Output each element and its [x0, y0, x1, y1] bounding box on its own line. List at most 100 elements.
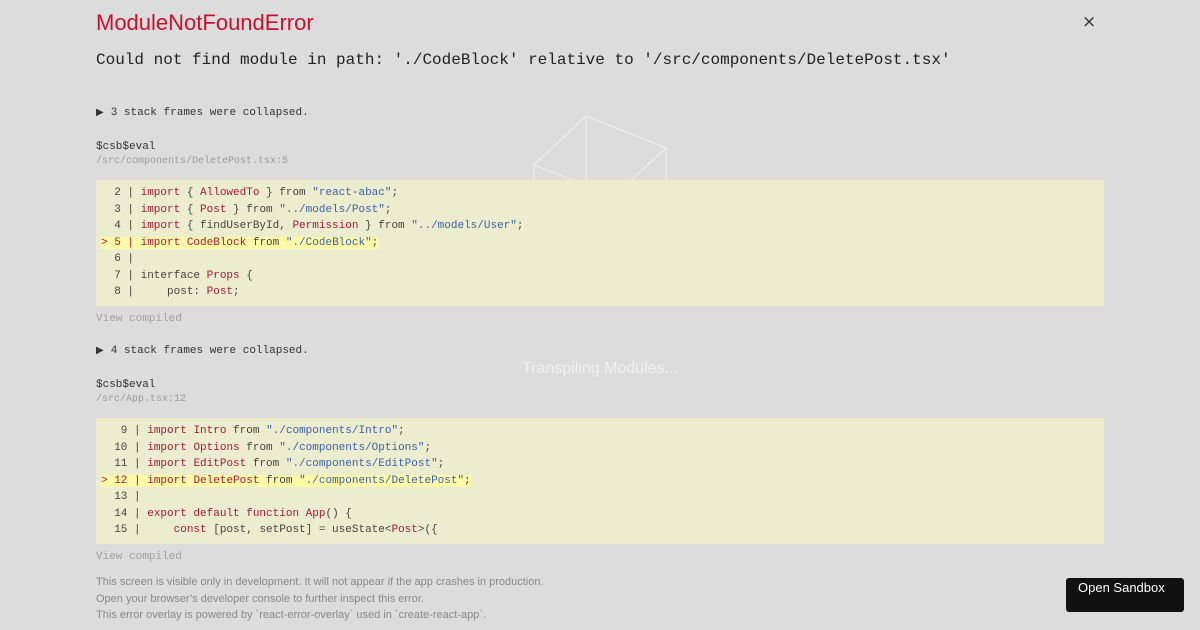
code-token: {: [239, 269, 253, 282]
code-snippet: 2 | import { AllowedTo } from "react-aba…: [96, 180, 1104, 306]
line-number: 9 |: [101, 425, 148, 437]
code-token: "./CodeBlock": [285, 236, 372, 249]
code-token: "./components/Options": [279, 441, 425, 454]
code-token: from: [239, 441, 280, 454]
code-token: ;: [391, 187, 399, 199]
line-number: 7 |: [101, 269, 141, 282]
code-token: Props: [206, 269, 240, 282]
code-token: interface: [140, 269, 207, 282]
code-token: {: [180, 187, 201, 199]
code-token: from: [226, 425, 267, 437]
code-token: import: [140, 187, 181, 199]
triangle-right-icon: ▶: [96, 107, 104, 118]
code-line: 7 | interface Props {: [96, 268, 1104, 285]
code-token: import: [147, 441, 187, 454]
code-token: EditPost: [193, 458, 247, 470]
stack-frame-function: $csb$eval: [96, 141, 156, 153]
code-token: Intro: [193, 425, 227, 437]
error-message: Could not find module in path: './CodeBl…: [96, 51, 951, 69]
code-token: CodeBlock: [186, 236, 247, 249]
loading-text: Transpiling Modules...: [522, 360, 678, 377]
code-token: App: [305, 507, 326, 520]
code-token: {: [180, 203, 201, 216]
code-token: [post, setPost] = useState<: [206, 524, 392, 536]
line-number: 14 |: [101, 507, 148, 520]
code-token: import: [140, 220, 181, 232]
code-line-highlighted: > 5 | import CodeBlock from "./CodeBlock…: [96, 235, 1104, 252]
code-token: import: [147, 474, 187, 487]
code-line: 8 | post: Post;: [96, 284, 1104, 301]
code-token: AllowedTo: [200, 187, 260, 199]
stack-frame-location[interactable]: /src/App.tsx:12: [96, 394, 186, 405]
code-token: } from: [226, 203, 280, 216]
code-line: 2 | import { AllowedTo } from "react-aba…: [96, 185, 1104, 202]
line-number: 2 |: [101, 187, 141, 199]
code-token: DeletePost: [193, 474, 260, 487]
code-token: "./components/EditPost": [285, 458, 438, 470]
code-token: post:: [140, 286, 207, 298]
code-line: 9 | import Intro from "./components/Intr…: [96, 423, 1104, 440]
code-token: "../models/Post": [279, 203, 385, 216]
code-line: 3 | import { Post } from "../models/Post…: [96, 202, 1104, 219]
line-number: 4 |: [101, 220, 141, 232]
view-compiled-link[interactable]: View compiled: [96, 313, 182, 325]
code-token: >({: [417, 524, 438, 536]
code-token: const: [173, 524, 207, 536]
line-number: > 12 |: [101, 474, 148, 487]
open-sandbox-button[interactable]: Open Sandbox: [1066, 578, 1184, 612]
triangle-right-icon: ▶: [96, 345, 104, 356]
footer-line: This error overlay is powered by `react-…: [96, 609, 487, 621]
code-token: import: [147, 425, 187, 437]
code-line: 10 | import Options from "./components/O…: [96, 440, 1104, 457]
code-token: from: [246, 236, 286, 249]
line-number: 13 |: [101, 491, 148, 503]
code-line: 4 | import { findUserById, Permission } …: [96, 218, 1104, 235]
code-snippet: 9 | import Intro from "./components/Intr…: [96, 418, 1104, 544]
line-number: 8 |: [101, 286, 141, 298]
collapsed-frames-label: 3 stack frames were collapsed.: [110, 107, 309, 119]
code-token: Options: [193, 441, 240, 454]
overlay-footer: This screen is visible only in developme…: [96, 574, 544, 624]
code-token: ;: [233, 286, 240, 298]
view-compiled-link[interactable]: View compiled: [96, 551, 182, 563]
code-line: 14 | export default function App() {: [96, 506, 1104, 523]
code-token: from: [259, 474, 300, 487]
code-token: import: [140, 203, 181, 216]
code-line-highlighted: > 12 | import DeletePost from "./compone…: [96, 473, 1104, 490]
code-token: Post: [200, 203, 227, 216]
code-token: ;: [371, 236, 379, 249]
footer-line: This screen is visible only in developme…: [96, 576, 544, 588]
code-line: 15 | const [post, setPost] = useState<Po…: [96, 522, 1104, 539]
code-token: "../models/User": [411, 220, 517, 232]
code-token: import: [140, 236, 181, 249]
footer-line: Open your browser’s developer console to…: [96, 592, 424, 605]
collapsed-frames-toggle[interactable]: ▶ 4 stack frames were collapsed.: [96, 345, 309, 357]
line-number: 6 |: [101, 253, 141, 265]
stack-frame-location[interactable]: /src/components/DeletePost.tsx:5: [96, 156, 288, 167]
code-line: 13 |: [96, 489, 1104, 506]
code-token: from: [246, 458, 286, 470]
code-token: "./components/Intro": [266, 425, 399, 437]
stack-frame-function: $csb$eval: [96, 379, 156, 391]
code-line: 6 |: [96, 251, 1104, 268]
line-number: 10 |: [101, 441, 148, 454]
code-token: { findUserById,: [180, 220, 293, 232]
line-number: > 5 |: [101, 236, 141, 249]
code-token: "react-abac": [312, 187, 392, 199]
code-token: ;: [398, 425, 405, 437]
line-number: 3 |: [101, 203, 141, 216]
close-icon[interactable]: ×: [1082, 14, 1096, 31]
code-token: Permission: [292, 220, 359, 232]
collapsed-frames-toggle[interactable]: ▶ 3 stack frames were collapsed.: [96, 107, 309, 119]
line-number: 11 |: [101, 458, 148, 470]
code-token: ;: [437, 458, 445, 470]
error-title: ModuleNotFoundError: [96, 10, 314, 35]
code-token: ;: [516, 220, 524, 232]
code-token: } from: [259, 187, 313, 199]
code-token: ;: [424, 441, 432, 454]
collapsed-frames-label: 4 stack frames were collapsed.: [110, 345, 309, 357]
code-token: } from: [358, 220, 412, 232]
